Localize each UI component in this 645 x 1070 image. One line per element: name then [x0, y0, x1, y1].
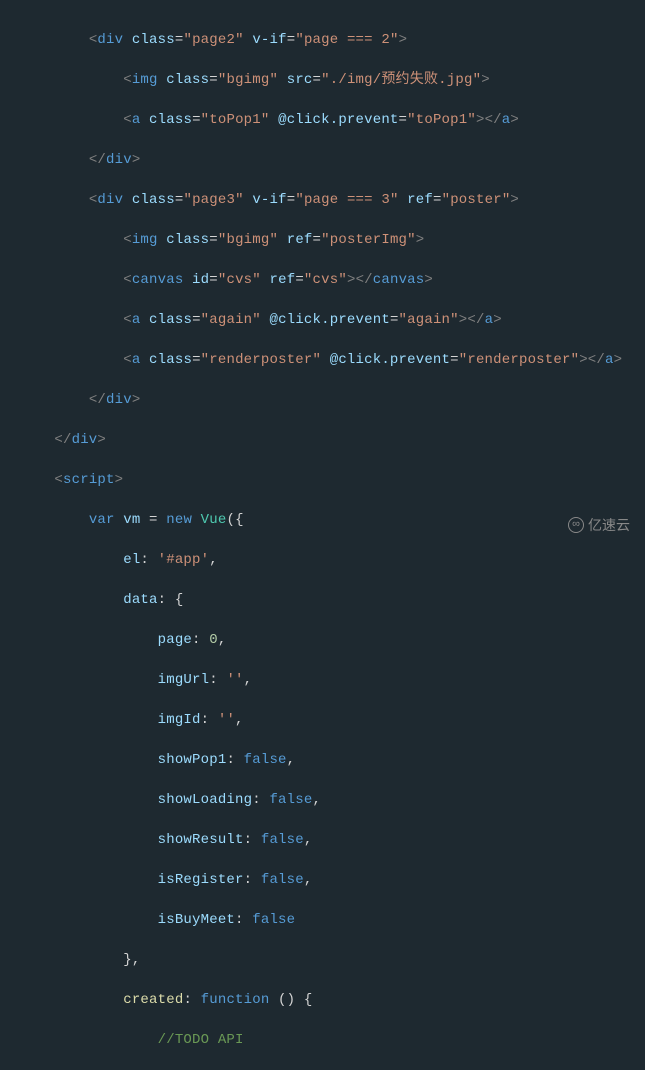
code-line: el: '#app', [20, 550, 625, 570]
watermark-text: 亿速云 [588, 515, 630, 535]
code-line: var vm = new Vue({ [20, 510, 625, 530]
code-line: showResult: false, [20, 830, 625, 850]
code-line: isBuyMeet: false [20, 910, 625, 930]
code-line: <a class="renderposter" @click.prevent="… [20, 350, 625, 370]
code-line: page: 0, [20, 630, 625, 650]
code-line: created: function () { [20, 990, 625, 1010]
code-line: data: { [20, 590, 625, 610]
code-line: <div class="page3" v-if="page === 3" ref… [20, 190, 625, 210]
code-editor[interactable]: <div class="page2" v-if="page === 2"> <i… [20, 10, 625, 1070]
watermark: ∞ 亿速云 [568, 515, 630, 535]
code-line: showLoading: false, [20, 790, 625, 810]
code-line: //TODO API [20, 1030, 625, 1050]
code-line: <script> [20, 470, 625, 490]
code-line: </div> [20, 150, 625, 170]
code-line: isRegister: false, [20, 870, 625, 890]
code-line: <a class="toPop1" @click.prevent="toPop1… [20, 110, 625, 130]
code-line: <img class="bgimg" ref="posterImg"> [20, 230, 625, 250]
code-line: showPop1: false, [20, 750, 625, 770]
code-line: imgUrl: '', [20, 670, 625, 690]
code-line: <canvas id="cvs" ref="cvs"></canvas> [20, 270, 625, 290]
code-line: </div> [20, 390, 625, 410]
code-line: <a class="again" @click.prevent="again">… [20, 310, 625, 330]
code-line: <div class="page2" v-if="page === 2"> [20, 30, 625, 50]
code-line: }, [20, 950, 625, 970]
code-line: <img class="bgimg" src="./img/预约失败.jpg"> [20, 70, 625, 90]
code-line: imgId: '', [20, 710, 625, 730]
code-line: </div> [20, 430, 625, 450]
infinity-icon: ∞ [568, 517, 584, 533]
